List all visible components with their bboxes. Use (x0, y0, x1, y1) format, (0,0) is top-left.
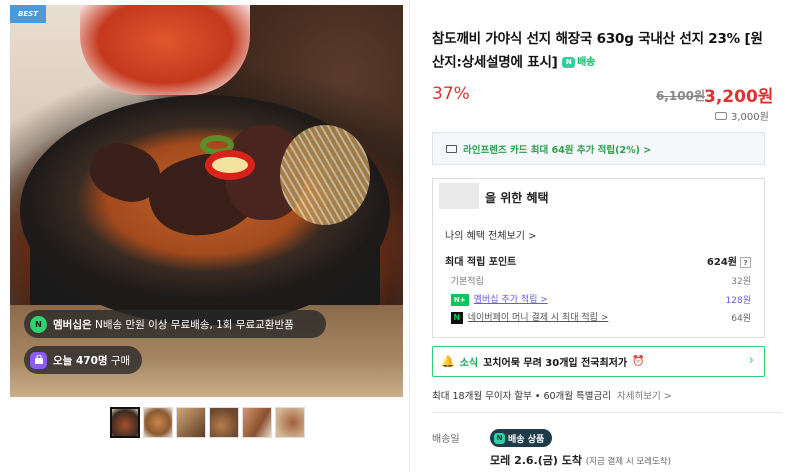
naver-pay-icon: N (450, 312, 463, 324)
best-badge: BEST (10, 5, 46, 23)
thumbnail-1[interactable] (110, 407, 140, 438)
membership-chip[interactable]: N 멤버십은 N배송 만원 이상 무료배송, 1회 무료교환반품 (24, 310, 326, 338)
thumbnail-4[interactable] (209, 407, 239, 438)
naver-delivery-badge: N 배송 (562, 51, 595, 74)
bean-sprouts-graphic (280, 125, 370, 225)
card-offer-banner[interactable]: 라인프렌즈 카드 최대 64원 추가 적립(2%) > (432, 132, 765, 165)
product-title: 참도깨비 가야식 선지 해장국 630g 국내산 선지 23% [원산지:상세설… (432, 28, 772, 75)
news-alert-banner[interactable]: 🔔 소식 꼬치어묵 무려 30개입 전국최저가 ⏰ › (432, 346, 765, 377)
red-pepper-graphic (205, 150, 255, 180)
thumbnail-strip (110, 407, 305, 438)
discount-rate: 37% (432, 84, 470, 104)
blurred-username (439, 183, 479, 209)
thumbnail-5[interactable] (242, 407, 272, 438)
bell-icon: 🔔 (441, 355, 455, 368)
product-gallery: BEST N 멤버십은 N배송 만원 이상 무료배송, 1회 무료교환반품 오늘… (0, 0, 410, 472)
main-product-image[interactable] (10, 5, 403, 397)
naver-delivery-product-badge: N 배송 상품 (490, 429, 553, 447)
sale-price: 3,200원 (704, 87, 774, 107)
naver-n-icon: N (562, 57, 576, 68)
buyers-today-text: 오늘 470명 구매 (53, 354, 131, 367)
arrival-date: 모레 2.6.(금) 도착 (지금 결제 시 모레도착) (490, 454, 671, 467)
original-price: 6,100원 (656, 89, 705, 103)
naver-n-icon: N (494, 432, 505, 444)
kimchi-side-dish-graphic (80, 5, 250, 95)
npay-points-row: N 네이버페이 머니 결제 시 최대 적립 > 64원 (445, 310, 751, 324)
buyers-today-chip[interactable]: 오늘 470명 구매 (24, 346, 142, 374)
alarm-clock-icon: ⏰ (632, 356, 645, 367)
membership-points-row: N+ 멤버십 추가 적립 > 128원 (445, 292, 751, 306)
benefits-panel: 을 위한 혜택 나의 혜택 전체보기 > 최대 적립 포인트 624원? 기본적… (432, 178, 765, 338)
view-all-benefits-link[interactable]: 나의 혜택 전체보기 > (445, 227, 537, 242)
thumbnail-2[interactable] (143, 407, 173, 438)
help-icon[interactable]: ? (740, 257, 751, 268)
naver-plus-icon: N+ (450, 294, 469, 306)
installment-more-link[interactable]: 자세히보기 > (617, 391, 672, 402)
installment-info: 최대 18개월 무이자 할부 • 60개월 특별금리 자세히보기 > (432, 391, 672, 402)
shipping-label: 배송일 (432, 434, 460, 445)
naver-membership-icon: N (30, 315, 47, 333)
alt-price: 3,000원 (715, 108, 769, 123)
divider (432, 412, 782, 413)
credit-card-icon (446, 144, 457, 153)
product-detail: 참도깨비 가야식 선지 해장국 630g 국내산 선지 23% [원산지:상세설… (432, 0, 800, 472)
truck-icon (715, 111, 727, 120)
max-points-row: 최대 적립 포인트 624원? (445, 253, 751, 268)
shopping-bag-icon (30, 351, 47, 369)
thumbnail-6[interactable] (275, 407, 305, 438)
chevron-right-icon: › (748, 353, 754, 368)
membership-chip-text: 멤버십은 N배송 만원 이상 무료배송, 1회 무료교환반품 (53, 318, 294, 331)
thumbnail-3[interactable] (176, 407, 206, 438)
basic-points-row: 기본적립 32원 (450, 277, 751, 287)
card-offer-text: 라인프렌즈 카드 최대 64원 추가 적립(2%) > (463, 144, 652, 156)
